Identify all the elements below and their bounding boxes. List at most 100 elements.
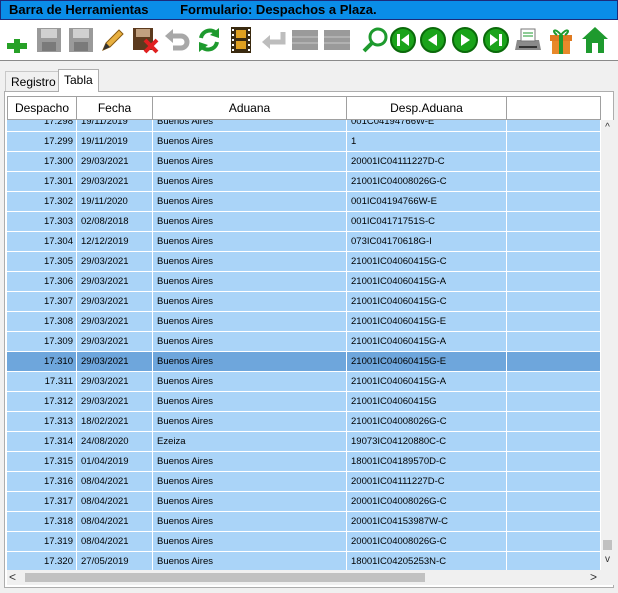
cell-despacho[interactable]: 17.319	[7, 532, 77, 552]
cell-extra[interactable]	[507, 372, 601, 392]
cell-aduana[interactable]: Buenos Aires	[153, 372, 347, 392]
cell-extra[interactable]	[507, 252, 601, 272]
home-icon[interactable]	[580, 25, 610, 55]
cell-desp-aduana[interactable]: 21001IC04060415G-E	[347, 312, 507, 332]
cell-aduana[interactable]: Buenos Aires	[153, 132, 347, 152]
cell-despacho[interactable]: 17.318	[7, 512, 77, 532]
cell-aduana[interactable]: Ezeiza	[153, 432, 347, 452]
cell-desp-aduana[interactable]: 21001IC04060415G-A	[347, 372, 507, 392]
cell-fecha[interactable]: 29/03/2021	[77, 352, 153, 372]
horizontal-scrollbar[interactable]: < >	[7, 570, 601, 585]
cell-desp-aduana[interactable]: 20001IC04008026G-C	[347, 492, 507, 512]
cell-despacho[interactable]: 17.316	[7, 472, 77, 492]
cell-aduana[interactable]: Buenos Aires	[153, 212, 347, 232]
cell-despacho[interactable]: 17.309	[7, 332, 77, 352]
cell-fecha[interactable]: 08/04/2021	[77, 492, 153, 512]
cell-aduana[interactable]: Buenos Aires	[153, 232, 347, 252]
cell-extra[interactable]	[507, 272, 601, 292]
cell-desp-aduana[interactable]: 001C04194766W-E	[347, 120, 507, 132]
cell-despacho[interactable]: 17.306	[7, 272, 77, 292]
delete-icon[interactable]	[130, 25, 160, 55]
cell-despacho[interactable]: 17.310	[7, 352, 77, 372]
refresh-icon[interactable]	[194, 25, 224, 55]
save-icon[interactable]	[34, 25, 64, 55]
last-record-icon[interactable]	[481, 25, 511, 55]
column-header-aduana[interactable]: Aduana	[153, 96, 347, 120]
cell-despacho[interactable]: 17.299	[7, 132, 77, 152]
cell-desp-aduana[interactable]: 18001IC04189570D-C	[347, 452, 507, 472]
cell-extra[interactable]	[507, 212, 601, 232]
cell-despacho[interactable]: 17.308	[7, 312, 77, 332]
horizontal-scroll-thumb[interactable]	[25, 573, 425, 582]
cell-fecha[interactable]: 29/03/2021	[77, 152, 153, 172]
table-row[interactable]: 17.316 08/04/2021 Buenos Aires 20001IC04111…	[7, 472, 601, 492]
cell-extra[interactable]	[507, 392, 601, 412]
table-row[interactable]: 17.308 29/03/2021 Buenos Aires 21001IC04060…	[7, 312, 601, 332]
cell-despacho[interactable]: 17.313	[7, 412, 77, 432]
cell-extra[interactable]	[507, 452, 601, 472]
cell-fecha[interactable]: 19/11/2020	[77, 192, 153, 212]
cell-fecha[interactable]: 24/08/2020	[77, 432, 153, 452]
cell-aduana[interactable]: Buenos Aires	[153, 312, 347, 332]
grid-icon[interactable]	[290, 25, 320, 55]
search-icon[interactable]	[360, 25, 390, 55]
cell-extra[interactable]	[507, 172, 601, 192]
table-row[interactable]: 17.306 29/03/2021 Buenos Aires 21001IC04060…	[7, 272, 601, 292]
scroll-right-icon[interactable]: >	[590, 570, 597, 584]
cell-desp-aduana[interactable]: 20001IC04153987W-C	[347, 512, 507, 532]
cell-aduana[interactable]: Buenos Aires	[153, 352, 347, 372]
column-header-desp-aduana[interactable]: Desp.Aduana	[347, 96, 507, 120]
cell-fecha[interactable]: 02/08/2018	[77, 212, 153, 232]
table-row[interactable]: 17.309 29/03/2021 Buenos Aires 21001IC04060…	[7, 332, 601, 352]
film-icon[interactable]	[226, 25, 256, 55]
column-header-despacho[interactable]: Despacho	[7, 96, 77, 120]
cell-desp-aduana[interactable]: 21001IC04060415G-A	[347, 332, 507, 352]
table-row[interactable]: 17.304 12/12/2019 Buenos Aires 073IC0417061…	[7, 232, 601, 252]
table-row[interactable]: 17.319 08/04/2021 Buenos Aires 20001IC04008…	[7, 532, 601, 552]
cell-despacho[interactable]: 17.298	[7, 120, 77, 132]
cell-despacho[interactable]: 17.305	[7, 252, 77, 272]
cell-desp-aduana[interactable]: 21001IC04060415G-E	[347, 352, 507, 372]
back-arrow-icon[interactable]	[258, 25, 288, 55]
cell-fecha[interactable]: 29/03/2021	[77, 272, 153, 292]
cell-desp-aduana[interactable]: 20001IC04008026G-C	[347, 532, 507, 552]
tab-registro[interactable]: Registro	[5, 71, 62, 92]
cell-fecha[interactable]: 29/03/2021	[77, 312, 153, 332]
cell-desp-aduana[interactable]: 073IC04170618G-I	[347, 232, 507, 252]
cell-despacho[interactable]: 17.314	[7, 432, 77, 452]
table-row[interactable]: 17.320 27/05/2019 Buenos Aires 18001IC04205…	[7, 552, 601, 570]
cell-despacho[interactable]: 17.315	[7, 452, 77, 472]
cell-extra[interactable]	[507, 192, 601, 212]
scroll-up-icon[interactable]: ^	[601, 122, 614, 136]
vertical-scroll-thumb[interactable]	[603, 540, 612, 550]
cell-extra[interactable]	[507, 120, 601, 132]
table-row[interactable]: 17.303 02/08/2018 Buenos Aires 001IC0417175…	[7, 212, 601, 232]
cell-aduana[interactable]: Buenos Aires	[153, 452, 347, 472]
cell-despacho[interactable]: 17.320	[7, 552, 77, 570]
cell-fecha[interactable]: 29/03/2021	[77, 292, 153, 312]
cell-fecha[interactable]: 29/03/2021	[77, 392, 153, 412]
table-row[interactable]: 17.307 29/03/2021 Buenos Aires 21001IC04060…	[7, 292, 601, 312]
cell-fecha[interactable]: 12/12/2019	[77, 232, 153, 252]
cell-fecha[interactable]: 08/04/2021	[77, 512, 153, 532]
cell-aduana[interactable]: Buenos Aires	[153, 532, 347, 552]
cell-aduana[interactable]: Buenos Aires	[153, 392, 347, 412]
cell-desp-aduana[interactable]: 001IC04194766W-E	[347, 192, 507, 212]
grid-icon[interactable]	[322, 25, 352, 55]
cell-desp-aduana[interactable]: 21001IC04060415G-A	[347, 272, 507, 292]
cell-fecha[interactable]: 27/05/2019	[77, 552, 153, 570]
cell-despacho[interactable]: 17.304	[7, 232, 77, 252]
cell-aduana[interactable]: Buenos Aires	[153, 492, 347, 512]
cell-desp-aduana[interactable]: 21001IC04060415G-C	[347, 252, 507, 272]
cell-despacho[interactable]: 17.307	[7, 292, 77, 312]
tab-tabla[interactable]: Tabla	[58, 69, 99, 92]
cell-extra[interactable]	[507, 132, 601, 152]
cell-aduana[interactable]: Buenos Aires	[153, 272, 347, 292]
cell-aduana[interactable]: Buenos Aires	[153, 252, 347, 272]
cell-desp-aduana[interactable]: 001IC04171751S-C	[347, 212, 507, 232]
cell-despacho[interactable]: 17.317	[7, 492, 77, 512]
table-row[interactable]: 17.313 18/02/2021 Buenos Aires 21001IC04008…	[7, 412, 601, 432]
cell-fecha[interactable]: 19/11/2019	[77, 132, 153, 152]
cell-aduana[interactable]: Buenos Aires	[153, 172, 347, 192]
cell-extra[interactable]	[507, 492, 601, 512]
